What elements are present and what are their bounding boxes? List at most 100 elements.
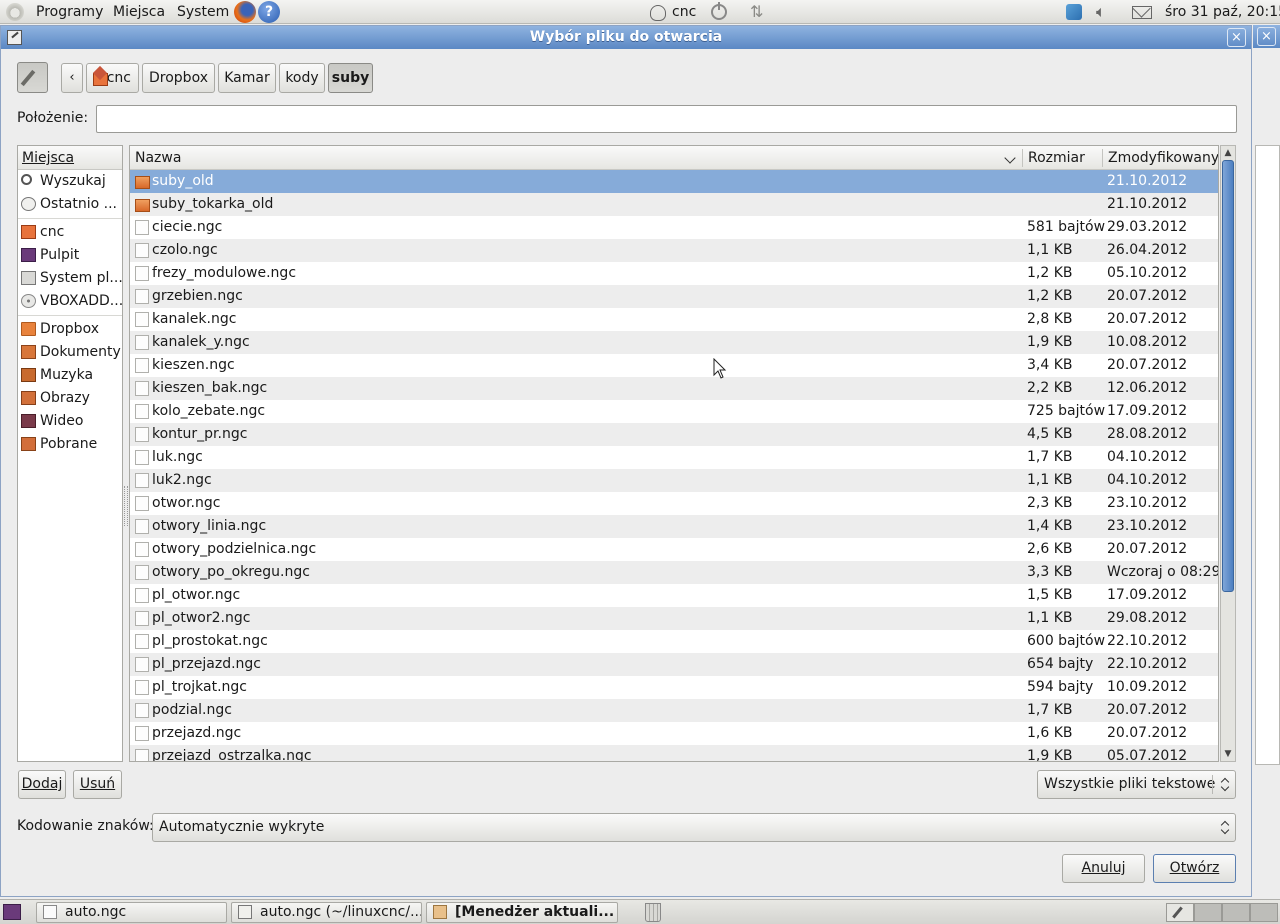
file-row[interactable]: luk.ngc 1,7 KB 04.10.2012: [130, 446, 1218, 469]
file-modified: 23.10.2012: [1107, 495, 1188, 511]
clock[interactable]: śro 31 paź, 20:15: [1165, 0, 1280, 24]
place-vboxadditions[interactable]: VBOXADD...: [18, 290, 122, 313]
file-row[interactable]: kieszen.ngc 3,4 KB 20.07.2012: [130, 354, 1218, 377]
breadcrumb-dropbox[interactable]: Dropbox: [142, 63, 215, 93]
titlebar[interactable]: Wybór pliku do otwarcia ×: [1, 26, 1251, 49]
close-button[interactable]: ×: [1227, 28, 1246, 47]
file-row[interactable]: grzebien.ngc 1,2 KB 20.07.2012: [130, 285, 1218, 308]
type-location-toggle[interactable]: [17, 62, 48, 93]
file-row[interactable]: luk2.ngc 1,1 KB 04.10.2012: [130, 469, 1218, 492]
workspace-1[interactable]: [1166, 903, 1194, 922]
background-window-pane: [1255, 145, 1280, 765]
network-status-icon[interactable]: [1066, 4, 1082, 20]
breadcrumb-back-button[interactable]: ‹: [61, 63, 83, 93]
add-bookmark-button[interactable]: Dodaj: [18, 770, 66, 799]
help-icon[interactable]: ?: [258, 1, 280, 23]
scroll-up-icon[interactable]: ▲: [1221, 146, 1235, 160]
place-label: System pl...: [40, 270, 122, 286]
file-row[interactable]: pl_otwor2.ngc 1,1 KB 29.08.2012: [130, 607, 1218, 630]
close-icon[interactable]: ×: [1257, 27, 1276, 46]
file-row[interactable]: frezy_modulowe.ngc 1,2 KB 05.10.2012: [130, 262, 1218, 285]
place-filesystem[interactable]: System pl...: [18, 267, 122, 290]
file-modified: 20.07.2012: [1107, 541, 1188, 557]
file-row[interactable]: suby_old 21.10.2012: [130, 170, 1218, 193]
column-header-size[interactable]: Rozmiar: [1028, 146, 1085, 170]
file-modified: 20.07.2012: [1107, 288, 1188, 304]
file-row[interactable]: suby_tokarka_old 21.10.2012: [130, 193, 1218, 216]
file-row[interactable]: kolo_zebate.ngc 725 bajtów 17.09.2012: [130, 400, 1218, 423]
power-icon[interactable]: [711, 2, 727, 20]
place-pictures[interactable]: Obrazy: [18, 387, 122, 410]
recent-icon: [21, 197, 36, 211]
file-row[interactable]: otwor.ngc 2,3 KB 23.10.2012: [130, 492, 1218, 515]
taskbar-item-update-manager[interactable]: [Menedżer aktuali...: [426, 902, 618, 923]
mail-icon[interactable]: [1132, 6, 1152, 19]
file-row[interactable]: kanalek.ngc 2,8 KB 20.07.2012: [130, 308, 1218, 331]
workspace-3[interactable]: [1222, 903, 1250, 922]
scrollbar-thumb[interactable]: [1222, 160, 1234, 592]
workspace-4[interactable]: [1250, 903, 1278, 922]
file-type-filter-select[interactable]: Wszystkie pliki tekstowe: [1037, 770, 1236, 799]
menu-system[interactable]: System: [177, 0, 229, 24]
file-row[interactable]: podzial.ngc 1,7 KB 20.07.2012: [130, 699, 1218, 722]
trash-icon[interactable]: [645, 903, 661, 922]
file-row[interactable]: pl_prostokat.ngc 600 bajtów 22.10.2012: [130, 630, 1218, 653]
file-row[interactable]: kontur_pr.ngc 4,5 KB 28.08.2012: [130, 423, 1218, 446]
cancel-button[interactable]: Anuluj: [1062, 854, 1145, 883]
place-cnc[interactable]: cnc: [18, 221, 122, 244]
file-icon: [135, 404, 149, 419]
place-dropbox[interactable]: Dropbox: [18, 318, 122, 341]
firefox-icon[interactable]: [234, 1, 256, 23]
network-icon[interactable]: ⇅: [750, 3, 763, 21]
menu-programy[interactable]: Programy: [36, 0, 103, 24]
column-header-modified[interactable]: Zmodyfikowany: [1108, 146, 1218, 170]
encoding-select[interactable]: Automatycznie wykryte: [152, 813, 1236, 842]
file-row[interactable]: pl_otwor.ngc 1,5 KB 17.09.2012: [130, 584, 1218, 607]
taskbar-item-auto-ngc[interactable]: auto.ngc: [36, 902, 227, 923]
scroll-down-icon[interactable]: ▼: [1221, 747, 1235, 761]
breadcrumb-kamar[interactable]: Kamar: [218, 63, 276, 93]
file-name: przejazd.ngc: [152, 725, 242, 741]
gnome-menu-icon[interactable]: [6, 3, 24, 21]
place-documents[interactable]: Dokumenty: [18, 341, 122, 364]
breadcrumb-cnc[interactable]: cnc: [86, 63, 139, 93]
user-icon[interactable]: [650, 5, 666, 21]
file-icon: [135, 611, 149, 626]
file-row[interactable]: czolo.ngc 1,1 KB 26.04.2012: [130, 239, 1218, 262]
pane-resize-handle[interactable]: [124, 486, 128, 526]
user-name[interactable]: cnc: [672, 0, 696, 24]
show-desktop-icon[interactable]: [3, 904, 21, 920]
file-name: luk2.ngc: [152, 472, 212, 488]
breadcrumb-suby[interactable]: suby: [328, 63, 373, 93]
column-divider[interactable]: [1022, 149, 1023, 167]
place-music[interactable]: Muzyka: [18, 364, 122, 387]
workspace-2[interactable]: [1194, 903, 1222, 922]
place-video[interactable]: Wideo: [18, 410, 122, 433]
file-row[interactable]: przejazd.ngc 1,6 KB 20.07.2012: [130, 722, 1218, 745]
file-row[interactable]: ciecie.ngc 581 bajtów 29.03.2012: [130, 216, 1218, 239]
file-row[interactable]: pl_trojkat.ngc 594 bajty 10.09.2012: [130, 676, 1218, 699]
menu-miejsca[interactable]: Miejsca: [113, 0, 165, 24]
file-row[interactable]: kanalek_y.ngc 1,9 KB 10.08.2012: [130, 331, 1218, 354]
file-row[interactable]: otwory_po_okregu.ngc 3,3 KB Wczoraj o 08:2…: [130, 561, 1218, 584]
file-row[interactable]: otwory_linia.ngc 1,4 KB 23.10.2012: [130, 515, 1218, 538]
file-row[interactable]: otwory_podzielnica.ngc 2,6 KB 20.07.2012: [130, 538, 1218, 561]
file-list-scrollbar[interactable]: ▲ ▼: [1220, 145, 1236, 762]
volume-icon[interactable]: 🔈︎: [1096, 3, 1106, 21]
location-input[interactable]: [96, 105, 1237, 133]
file-row[interactable]: przejazd_ostrzalka.ngc 1,9 KB 05.07.2012: [130, 745, 1218, 761]
place-search[interactable]: Wyszukaj: [18, 170, 122, 193]
column-divider[interactable]: [1102, 149, 1103, 167]
place-desktop[interactable]: Pulpit: [18, 244, 122, 267]
music-folder-icon: [21, 368, 36, 382]
place-downloads[interactable]: Pobrane: [18, 433, 122, 456]
open-button[interactable]: Otwórz: [1153, 854, 1236, 883]
column-header-name[interactable]: Nazwa: [135, 146, 181, 170]
file-row[interactable]: pl_przejazd.ngc 654 bajty 22.10.2012: [130, 653, 1218, 676]
remove-bookmark-button[interactable]: Usuń: [73, 770, 122, 799]
breadcrumb-kody[interactable]: kody: [279, 63, 325, 93]
places-header[interactable]: Miejsca: [18, 146, 122, 170]
taskbar-item-editor[interactable]: auto.ngc (~/linuxcnc/...: [231, 902, 422, 923]
file-row[interactable]: kieszen_bak.ngc 2,2 KB 12.06.2012: [130, 377, 1218, 400]
place-recent[interactable]: Ostatnio ...: [18, 193, 122, 216]
